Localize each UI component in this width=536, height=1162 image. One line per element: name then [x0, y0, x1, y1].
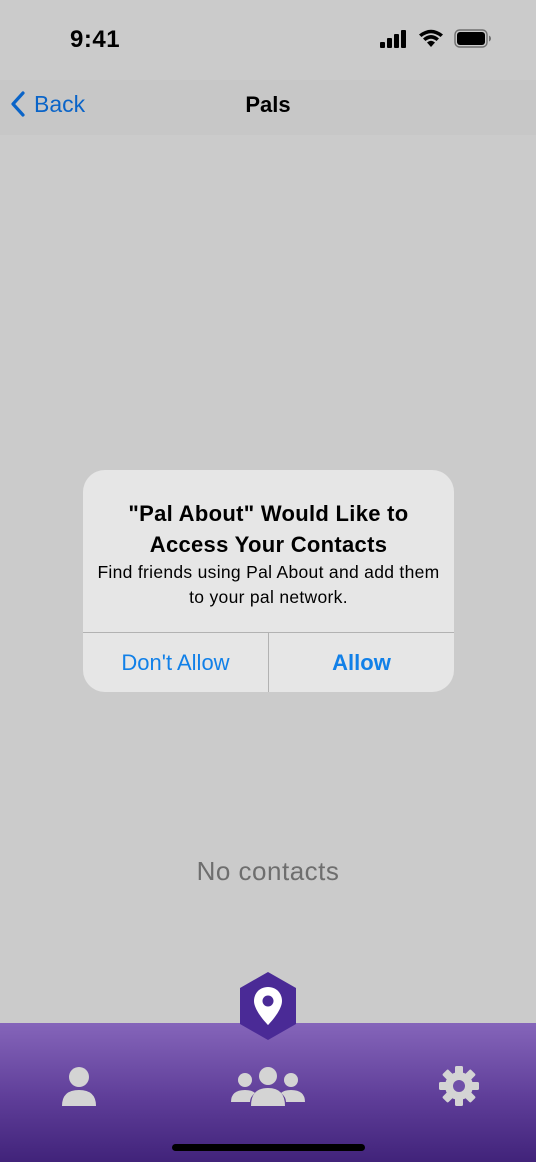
status-time: 9:41: [70, 26, 121, 53]
tab-bar: [0, 1023, 536, 1162]
contacts-permission-alert: "Pal About" Would Like to Access Your Co…: [83, 470, 454, 692]
dont-allow-button[interactable]: Don't Allow: [83, 633, 268, 692]
alert-button-row: Don't Allow Allow: [83, 632, 454, 692]
tab-settings[interactable]: [434, 1059, 484, 1113]
status-bar: 9:41: [0, 0, 536, 80]
empty-state-text: No contacts: [196, 856, 340, 886]
wifi-icon: [419, 29, 443, 47]
alert-title: "Pal About" Would Like to Access Your Co…: [128, 501, 409, 557]
battery-icon: [454, 29, 491, 48]
tab-pals[interactable]: [226, 1059, 310, 1113]
navigation-bar: Back Pals: [0, 80, 536, 135]
signal-icon: [380, 29, 406, 48]
group-icon: [231, 1067, 305, 1106]
gear-icon: [439, 1066, 479, 1106]
tab-profile[interactable]: [54, 1059, 104, 1113]
home-indicator[interactable]: [172, 1144, 365, 1151]
location-pin-icon: [240, 972, 296, 1040]
allow-button[interactable]: Allow: [268, 633, 454, 692]
page-title: Pals: [245, 92, 291, 117]
alert-message: Find friends using Pal About and add the…: [97, 562, 440, 607]
status-icons: [380, 29, 492, 48]
person-icon: [62, 1067, 96, 1106]
location-badge-button[interactable]: [238, 971, 298, 1041]
